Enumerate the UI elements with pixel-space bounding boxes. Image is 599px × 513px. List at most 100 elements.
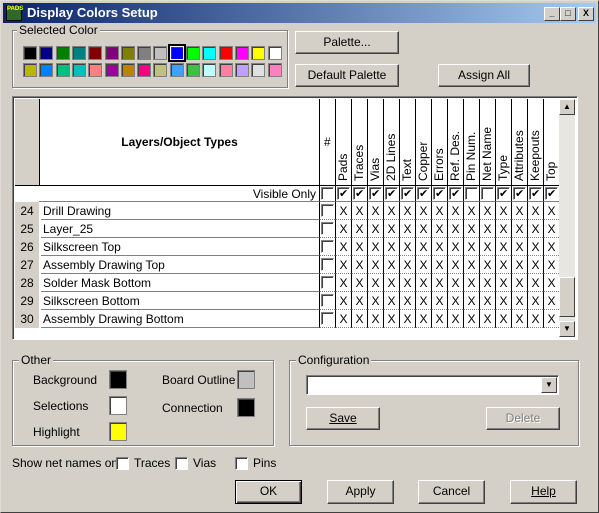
color-cell[interactable]: X	[543, 256, 559, 274]
color-cell[interactable]: X	[351, 274, 367, 292]
color-cell[interactable]: X	[351, 238, 367, 256]
color-cell[interactable]: X	[367, 238, 383, 256]
title-bar[interactable]: PADS Display Colors Setup _ □ X	[3, 3, 596, 23]
color-cell[interactable]: X	[399, 256, 415, 274]
color-swatch[interactable]	[167, 44, 186, 62]
color-cell[interactable]: X	[447, 202, 463, 220]
layer-visible-checkbox[interactable]	[321, 240, 334, 253]
color-swatch[interactable]	[23, 63, 37, 77]
color-cell[interactable]: X	[463, 274, 479, 292]
color-swatch[interactable]	[251, 63, 266, 77]
color-swatch[interactable]	[55, 63, 70, 77]
color-swatch[interactable]	[120, 46, 135, 60]
color-cell[interactable]: X	[495, 202, 511, 220]
pins-checkbox[interactable]	[235, 457, 248, 470]
color-cell[interactable]: X	[415, 310, 431, 328]
color-cell[interactable]: X	[415, 202, 431, 220]
color-cell[interactable]: X	[447, 238, 463, 256]
color-swatch[interactable]	[267, 63, 282, 77]
color-cell[interactable]: X	[415, 292, 431, 310]
vias-checkbox[interactable]	[175, 457, 188, 470]
color-cell[interactable]: X	[415, 274, 431, 292]
color-swatch[interactable]	[88, 63, 103, 77]
configuration-dropdown[interactable]: ▼	[306, 375, 559, 395]
color-cell[interactable]: X	[495, 274, 511, 292]
color-cell[interactable]: X	[527, 274, 543, 292]
color-cell[interactable]: X	[479, 256, 495, 274]
color-cell[interactable]: X	[447, 220, 463, 238]
color-cell[interactable]: X	[335, 292, 351, 310]
visible-only-checkbox[interactable]	[465, 187, 478, 200]
color-cell[interactable]: X	[527, 256, 543, 274]
background-color-swatch[interactable]	[109, 370, 127, 389]
color-cell[interactable]: X	[399, 292, 415, 310]
color-swatch[interactable]	[23, 46, 37, 60]
color-cell[interactable]: X	[479, 238, 495, 256]
color-cell[interactable]: X	[399, 238, 415, 256]
color-cell[interactable]: X	[383, 274, 399, 292]
color-swatch[interactable]	[88, 46, 103, 60]
color-cell[interactable]: X	[511, 238, 527, 256]
color-cell[interactable]: X	[351, 292, 367, 310]
table-row[interactable]: 27Assembly Drawing TopXXXXXXXXXXXXXXX	[15, 256, 575, 274]
layer-visible-checkbox[interactable]	[321, 222, 334, 235]
scroll-up-arrow-icon[interactable]: ▲	[559, 99, 575, 115]
default-palette-button[interactable]: Default Palette	[295, 64, 399, 87]
color-swatch[interactable]	[104, 46, 119, 60]
color-cell[interactable]: X	[399, 220, 415, 238]
color-cell[interactable]: X	[399, 202, 415, 220]
scroll-down-arrow-icon[interactable]: ▼	[559, 321, 575, 337]
color-swatch[interactable]	[71, 46, 86, 60]
visible-only-checkbox[interactable]	[433, 185, 446, 203]
color-cell[interactable]: X	[543, 238, 559, 256]
color-cell[interactable]: X	[335, 202, 351, 220]
color-cell[interactable]: X	[463, 220, 479, 238]
color-cell[interactable]: X	[479, 274, 495, 292]
visible-only-checkbox[interactable]	[529, 185, 542, 203]
layer-visible-checkbox[interactable]	[321, 258, 334, 271]
color-cell[interactable]: X	[431, 256, 447, 274]
layer-visible-checkbox[interactable]	[321, 312, 334, 325]
visible-only-checkbox[interactable]	[545, 185, 558, 203]
color-cell[interactable]: X	[383, 310, 399, 328]
color-cell[interactable]: X	[527, 202, 543, 220]
delete-button[interactable]: Delete	[486, 407, 560, 430]
color-cell[interactable]: X	[383, 202, 399, 220]
board-outline-color-swatch[interactable]	[237, 370, 255, 389]
apply-button[interactable]: Apply	[327, 480, 394, 504]
chevron-down-icon[interactable]: ▼	[541, 377, 557, 393]
color-cell[interactable]: X	[367, 274, 383, 292]
table-row[interactable]: 25Layer_25XXXXXXXXXXXXXXX	[15, 220, 575, 238]
color-cell[interactable]: X	[463, 238, 479, 256]
color-swatch[interactable]	[218, 63, 233, 77]
color-cell[interactable]: X	[495, 310, 511, 328]
color-cell[interactable]: X	[463, 292, 479, 310]
color-swatch[interactable]	[153, 63, 168, 77]
color-cell[interactable]: X	[511, 220, 527, 238]
color-cell[interactable]: X	[351, 202, 367, 220]
visible-only-checkbox[interactable]	[353, 185, 366, 203]
traces-checkbox[interactable]	[116, 457, 129, 470]
visible-only-checkbox[interactable]	[481, 187, 494, 200]
color-swatch[interactable]	[153, 46, 168, 60]
color-cell[interactable]: X	[415, 238, 431, 256]
color-cell[interactable]: X	[335, 256, 351, 274]
color-cell[interactable]: X	[463, 256, 479, 274]
color-cell[interactable]: X	[511, 256, 527, 274]
color-cell[interactable]: X	[511, 310, 527, 328]
table-row[interactable]: 29Silkscreen BottomXXXXXXXXXXXXXXX	[15, 292, 575, 310]
color-swatch[interactable]	[234, 46, 249, 60]
color-swatch[interactable]	[55, 46, 70, 60]
color-cell[interactable]: X	[399, 274, 415, 292]
color-cell[interactable]: X	[431, 202, 447, 220]
color-cell[interactable]: X	[367, 202, 383, 220]
color-cell[interactable]: X	[431, 292, 447, 310]
color-cell[interactable]: X	[399, 310, 415, 328]
layer-visible-checkbox[interactable]	[321, 294, 334, 307]
color-cell[interactable]: X	[495, 256, 511, 274]
color-swatch[interactable]	[202, 46, 217, 60]
color-cell[interactable]: X	[447, 256, 463, 274]
color-swatch[interactable]	[186, 63, 200, 77]
close-button[interactable]: X	[578, 7, 594, 21]
color-swatch[interactable]	[137, 63, 152, 77]
